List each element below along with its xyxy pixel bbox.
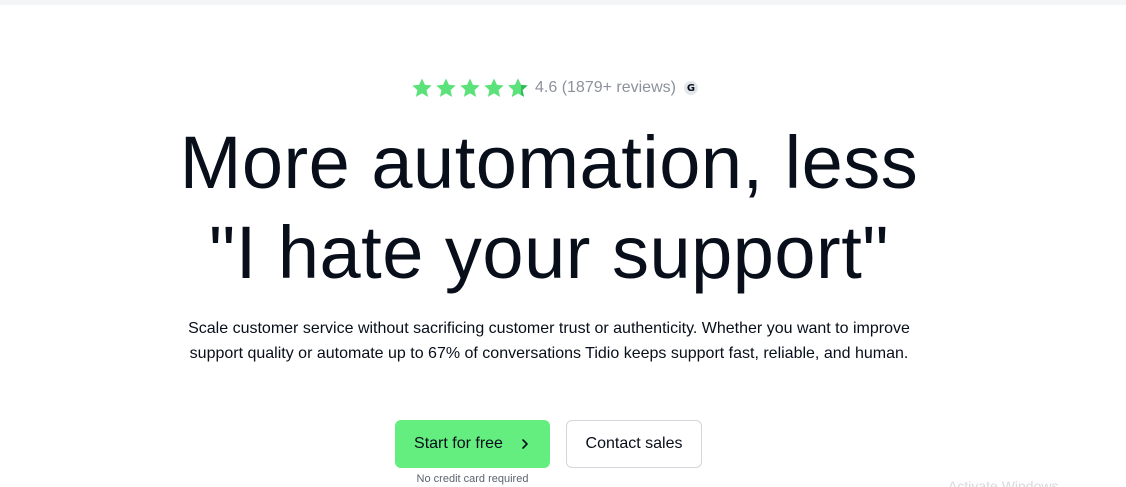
headline-line-1: More automation, less bbox=[179, 121, 919, 204]
rating-stars bbox=[410, 76, 530, 100]
activate-windows-watermark: Activate Windows bbox=[948, 478, 1059, 487]
description-line-1: Scale customer service without sacrifici… bbox=[188, 320, 910, 337]
star-icon bbox=[484, 78, 504, 97]
star-icon bbox=[436, 78, 456, 97]
start-for-free-label: Start for free bbox=[414, 435, 503, 452]
hero-description: Scale customer service without sacrifici… bbox=[0, 316, 1098, 366]
contact-sales-button[interactable]: Contact sales bbox=[566, 420, 702, 468]
contact-sales-label: Contact sales bbox=[585, 435, 683, 452]
description-line-2: support quality or automate up to 67% of… bbox=[189, 345, 909, 362]
chevron-right-icon bbox=[522, 439, 528, 449]
star-icon bbox=[460, 78, 480, 97]
no-credit-card-note: No credit card required bbox=[416, 473, 529, 485]
header-divider bbox=[0, 0, 1126, 5]
rating-text: 4.6 (1879+ reviews) bbox=[535, 79, 676, 96]
landing-page: 4.6 (1879+ reviews) G More automation, l… bbox=[0, 0, 1126, 487]
headline-line-2: "I hate your support" bbox=[208, 211, 890, 294]
start-for-free-button[interactable]: Start for free bbox=[395, 420, 550, 468]
g2-logo-icon: G bbox=[683, 81, 698, 95]
star-icon bbox=[412, 78, 432, 97]
review-rating: 4.6 (1879+ reviews) G bbox=[410, 76, 698, 100]
hero-headline: More automation, less "I hate your suppo… bbox=[0, 118, 1098, 298]
star-half-icon bbox=[508, 78, 528, 97]
